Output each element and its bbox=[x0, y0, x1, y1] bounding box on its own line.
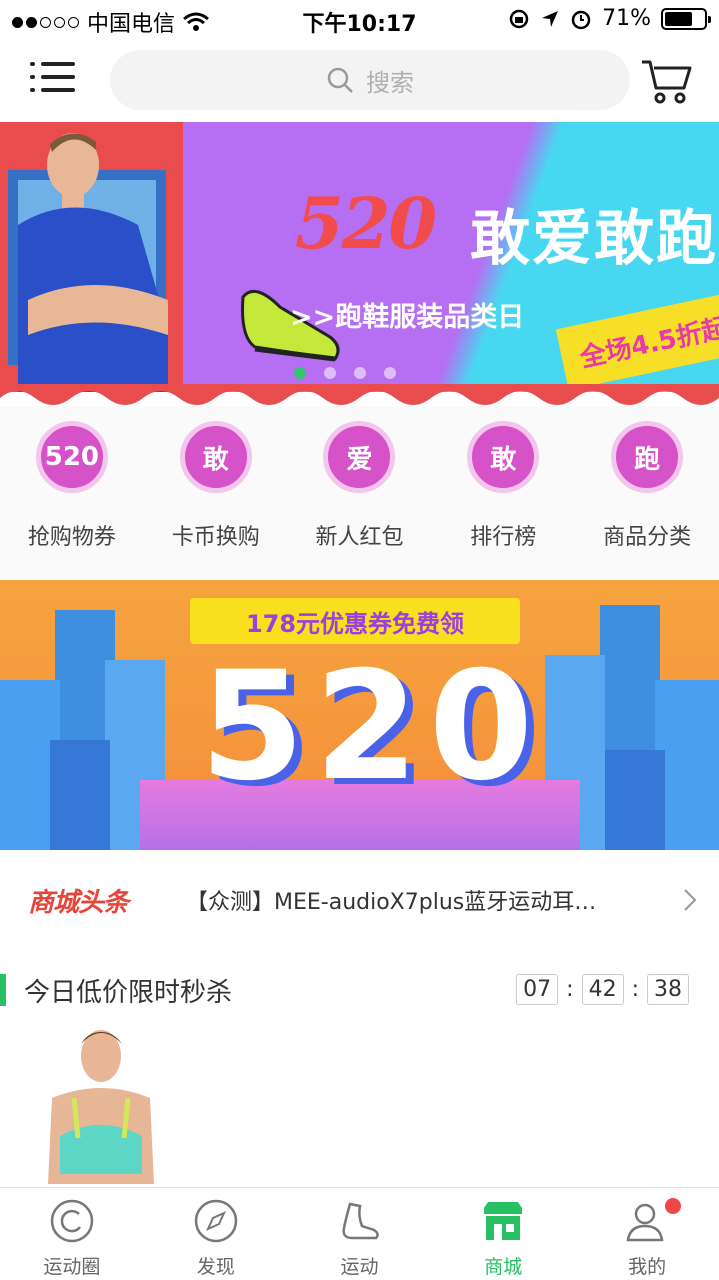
quick-entry-icon: 敢 bbox=[467, 421, 540, 493]
status-right: 71% bbox=[508, 6, 711, 31]
tab-store[interactable]: 商城 bbox=[431, 1188, 575, 1280]
tab-label: 商城 bbox=[484, 1256, 523, 1278]
product-image-sports-bra[interactable] bbox=[38, 1028, 164, 1184]
chevron-right-icon[interactable] bbox=[683, 888, 697, 912]
tab-label: 我的 bbox=[628, 1256, 667, 1278]
quick-entry-icon: 爱 bbox=[323, 421, 396, 493]
countdown-seconds: 38 bbox=[647, 974, 689, 1005]
hero-title-text: 敢爱敢跑 bbox=[470, 204, 718, 274]
promo-big-number: 520 bbox=[200, 640, 544, 814]
countdown-timer: 07 : 42 : 38 bbox=[516, 974, 689, 1005]
quick-entry-label: 抢购物券 bbox=[27, 525, 116, 550]
athlete-image bbox=[18, 133, 168, 392]
tab-label: 运动圈 bbox=[43, 1256, 101, 1278]
search-input[interactable]: 搜索 bbox=[110, 50, 630, 110]
carousel-dot[interactable] bbox=[384, 367, 396, 379]
location-icon bbox=[542, 10, 559, 27]
store-icon bbox=[484, 1202, 523, 1240]
tab-sport[interactable]: 运动 bbox=[288, 1188, 432, 1280]
bottom-tab-bar: 运动圈 发现 运动 商城 我的 bbox=[0, 1187, 719, 1280]
hero-subtitle: >>跑鞋服装品类日 bbox=[290, 302, 525, 333]
tab-sport-circle[interactable]: 运动圈 bbox=[0, 1188, 144, 1280]
quick-entry-categories[interactable]: 跑 商品分类 bbox=[575, 407, 719, 579]
news-ticker[interactable]: 商城头条 【众测】MEE-audioX7plus蓝牙运动耳… bbox=[0, 850, 719, 950]
tab-label: 发现 bbox=[196, 1256, 235, 1278]
countdown-minutes: 42 bbox=[581, 974, 624, 1005]
menu-icon[interactable] bbox=[30, 58, 76, 98]
tab-profile[interactable]: 我的 bbox=[575, 1188, 719, 1280]
carousel-dot[interactable] bbox=[324, 367, 336, 379]
quick-entry-icon: 敢 bbox=[179, 421, 252, 493]
quick-entry-icon: 520 bbox=[35, 421, 108, 493]
quick-entry-exchange[interactable]: 敢 卡币换购 bbox=[144, 407, 288, 579]
carousel-dots[interactable] bbox=[294, 367, 396, 379]
tab-label: 运动 bbox=[340, 1256, 379, 1278]
flash-sale-title: 今日低价限时秒杀 bbox=[24, 978, 233, 1008]
quick-entry-label: 排行榜 bbox=[470, 525, 537, 550]
quick-entry-label: 卡币换购 bbox=[171, 525, 260, 550]
promo-banner[interactable]: 520 178元优惠券免费领 bbox=[0, 580, 719, 850]
battery-percent: 71% bbox=[602, 6, 651, 31]
quick-entry-label: 商品分类 bbox=[603, 525, 692, 550]
quick-entry-icon: 跑 bbox=[611, 421, 684, 493]
quick-entry-row: 520 抢购物券 敢 卡币换购 爱 新人红包 敢 排行榜 跑 商品分类 bbox=[0, 407, 719, 579]
news-logo: 商城头条 bbox=[28, 887, 129, 918]
carousel-dot[interactable] bbox=[294, 367, 306, 379]
shoe-icon bbox=[342, 1202, 380, 1240]
hero-title-number: 520 bbox=[295, 182, 437, 265]
battery-icon bbox=[661, 7, 711, 30]
tab-discover[interactable]: 发现 bbox=[144, 1188, 288, 1280]
alarm-icon bbox=[571, 10, 591, 29]
status-bar: 中国电信 下午10:17 71% bbox=[0, 0, 719, 40]
quick-entry-ranking[interactable]: 敢 排行榜 bbox=[431, 407, 575, 579]
countdown-separator: : bbox=[631, 977, 639, 1002]
hero-banner[interactable]: 520 敢爱敢跑 >>跑鞋服装品类日 全场4.5折起 bbox=[0, 122, 719, 407]
promo-ribbon: 178元优惠券免费领 bbox=[190, 598, 520, 644]
profile-icon bbox=[626, 1203, 664, 1242]
header: 搜索 bbox=[0, 40, 719, 122]
search-placeholder: 搜索 bbox=[366, 68, 414, 97]
countdown-hours: 07 bbox=[516, 974, 559, 1005]
cart-icon[interactable] bbox=[640, 56, 694, 106]
flash-sale-header: 今日低价限时秒杀 07 : 42 : 38 bbox=[0, 960, 719, 1020]
carousel-dot[interactable] bbox=[354, 367, 366, 379]
section-accent-bar bbox=[0, 974, 6, 1006]
hero-wave-divider bbox=[0, 384, 719, 405]
search-icon bbox=[327, 67, 353, 93]
countdown-separator: : bbox=[566, 977, 574, 1002]
quick-entry-label: 新人红包 bbox=[315, 525, 404, 550]
rotation-lock-icon bbox=[509, 9, 529, 28]
quick-entry-red-packet[interactable]: 爱 新人红包 bbox=[288, 407, 432, 579]
quick-entry-coupons[interactable]: 520 抢购物券 bbox=[0, 407, 144, 579]
compass-icon bbox=[194, 1199, 237, 1243]
sport-circle-icon bbox=[50, 1199, 94, 1243]
notification-dot bbox=[664, 1198, 681, 1214]
news-headline[interactable]: 【众测】MEE-audioX7plus蓝牙运动耳… bbox=[186, 884, 666, 916]
